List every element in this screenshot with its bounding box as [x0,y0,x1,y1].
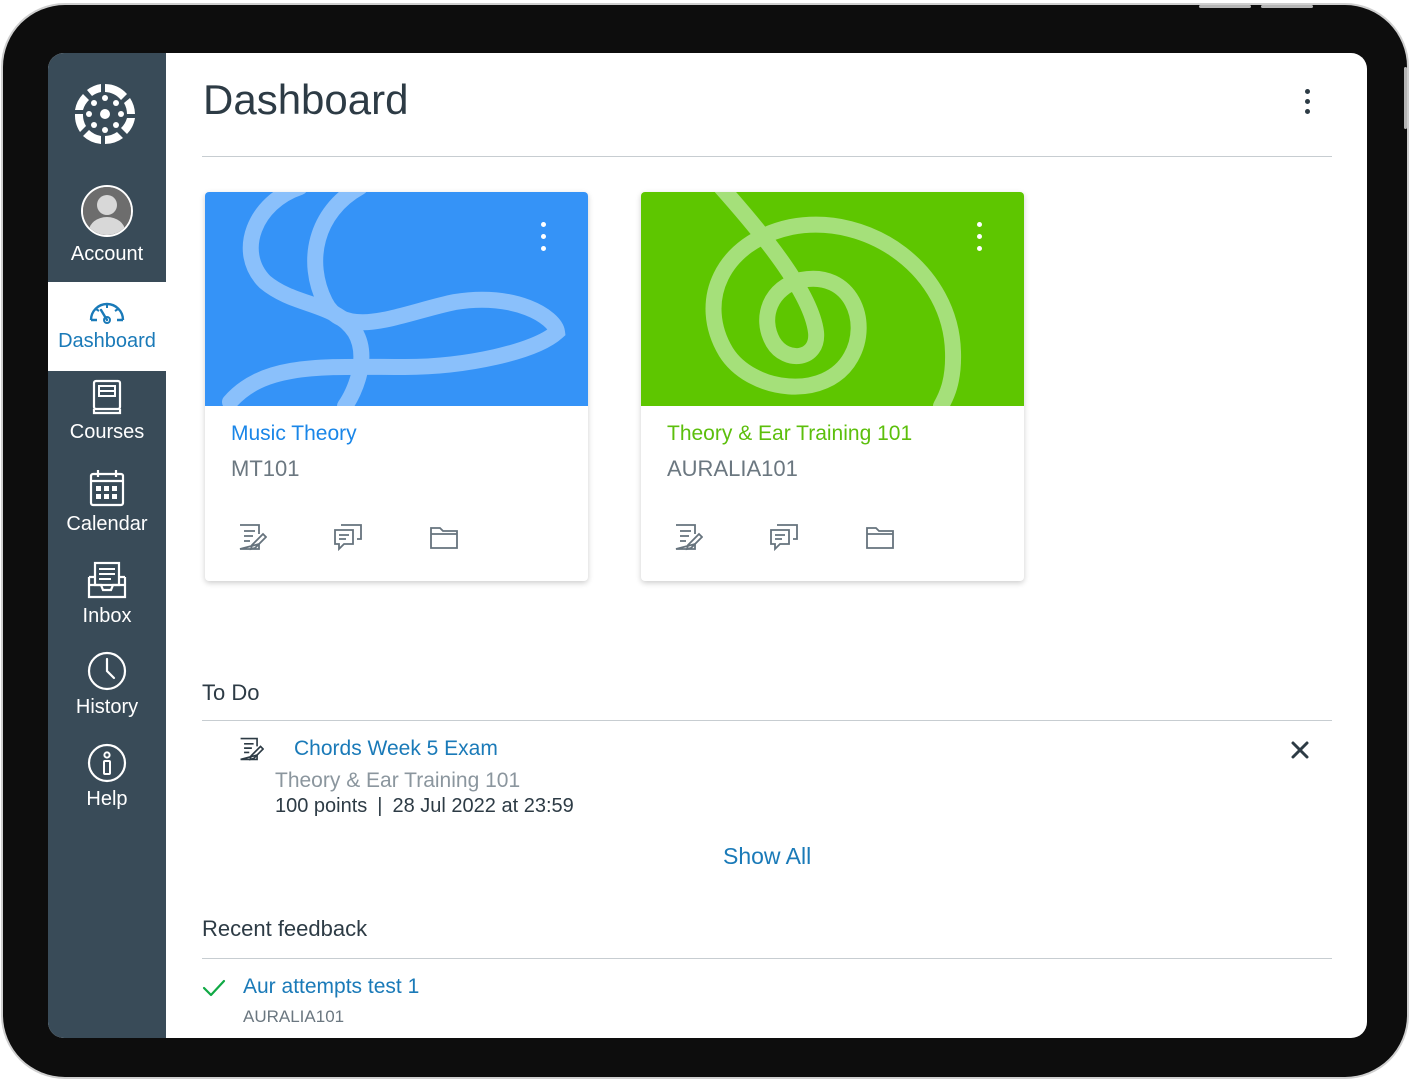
feedback-item-course: AURALIA101 [243,1007,345,1026]
card-options-kebab-icon[interactable] [538,222,548,256]
nav-calendar[interactable]: Calendar [48,469,166,555]
todo-heading: To Do [202,680,260,705]
tablet-top-button [1261,5,1313,8]
info-icon [87,743,127,783]
files-icon[interactable] [429,522,459,552]
nav-inbox[interactable]: Inbox [48,561,166,647]
nav-dashboard-label: Dashboard [58,330,156,352]
canvas-logo[interactable] [72,81,138,147]
checkmark-icon [202,979,226,997]
course-card[interactable]: Theory & Ear Training 101 AURALIA101 [641,192,1024,581]
tablet-side-button [1404,67,1407,129]
clock-icon [87,651,127,691]
nav-courses-label: Courses [69,421,145,443]
recent-feedback-heading: Recent feedback [202,916,368,941]
assignments-icon[interactable] [673,522,703,552]
assignments-icon[interactable] [237,522,267,552]
assignment-icon [240,737,264,761]
nav-calendar-label: Calendar [66,513,148,535]
files-icon[interactable] [865,522,895,552]
todo-item-due: 28 Jul 2022 at 23:59 [392,795,574,817]
course-card-code: MT101 [231,456,300,481]
nav-help-label: Help [86,788,128,810]
dashboard-options-kebab-icon[interactable] [1303,89,1311,119]
todo-item-points: 100 points [275,795,368,817]
card-options-kebab-icon[interactable] [974,222,984,256]
course-card[interactable]: Music Theory MT101 [205,192,588,581]
todo-item-link[interactable]: Chords Week 5 Exam [294,737,498,761]
discussions-icon[interactable] [769,522,799,552]
main-content: Dashboard Music Theory MT101 Theory & Ea… [166,53,1367,1038]
todo-item-separator: | [377,795,383,817]
inbox-icon [87,561,127,599]
global-navigation: Account Dashboard Courses Calendar Inbox… [48,53,166,1038]
courses-book-icon [92,379,122,415]
course-card-title[interactable]: Theory & Ear Training 101 [667,422,912,446]
todo-item-course: Theory & Ear Training 101 [275,769,521,792]
nav-courses[interactable]: Courses [48,379,166,465]
feedback-item-link[interactable]: Aur attempts test 1 [243,975,419,999]
nav-help[interactable]: Help [48,743,166,829]
nav-account[interactable]: Account [48,185,166,282]
course-card-title[interactable]: Music Theory [231,422,357,446]
calendar-icon [89,470,125,507]
app-screen: Account Dashboard Courses Calendar Inbox… [48,53,1367,1038]
todo-divider [202,720,1332,721]
avatar-icon [81,185,133,237]
nav-account-label: Account [70,243,144,265]
course-card-image[interactable] [205,192,588,406]
course-card-code: AURALIA101 [667,456,798,481]
show-all-link[interactable]: Show All [723,843,811,870]
header-divider [202,156,1332,157]
nav-history[interactable]: History [48,651,166,737]
todo-item-meta: 100 points | 28 Jul 2022 at 23:59 [275,795,574,818]
nav-history-label: History [75,696,139,718]
tablet-frame: Account Dashboard Courses Calendar Inbox… [3,5,1407,1077]
discussions-icon[interactable] [333,522,363,552]
nav-inbox-label: Inbox [82,605,132,627]
feedback-divider [202,958,1332,959]
close-icon[interactable] [1290,740,1310,760]
nav-dashboard[interactable]: Dashboard [48,282,166,371]
tablet-top-button [1199,5,1251,8]
page-title: Dashboard [203,76,409,123]
course-card-image[interactable] [641,192,1024,406]
dashboard-gauge-icon [89,302,125,324]
